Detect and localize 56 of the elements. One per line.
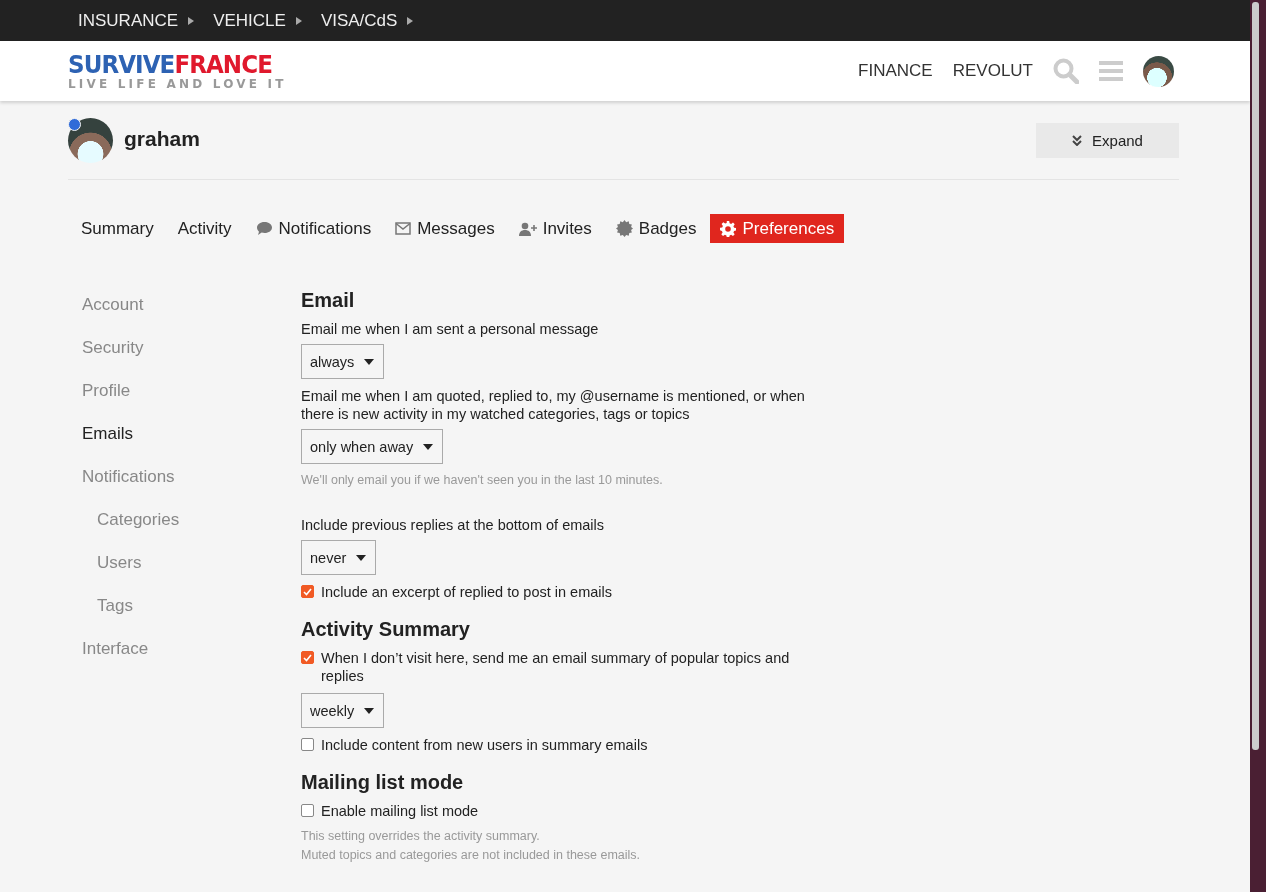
scrollbar[interactable] [1250, 0, 1266, 892]
section-heading: Mailing list mode [301, 771, 465, 794]
double-chevron-icon [1072, 134, 1083, 146]
profile-tab[interactable]: Summary [71, 214, 164, 243]
header-link[interactable]: REVOLUT [952, 61, 1033, 81]
expand-button[interactable]: Expand [1036, 122, 1179, 158]
header-link[interactable]: FINANCE [858, 61, 933, 81]
dropdown[interactable]: never [301, 540, 377, 575]
username: graham [124, 127, 200, 151]
caret-icon [364, 707, 375, 714]
envelope-icon [395, 222, 412, 235]
caret-icon [294, 15, 303, 26]
profile-tab[interactable]: Messages [385, 214, 505, 243]
caret-icon [187, 15, 196, 26]
caret-icon [364, 358, 375, 365]
status-dot [68, 117, 81, 131]
logo-text[interactable]: FRANCE [174, 52, 272, 77]
sidebar-item[interactable]: Emails [82, 412, 133, 455]
section-heading: Activity Summary [301, 618, 471, 641]
top-nav-link[interactable]: VISA/CdS [320, 10, 415, 31]
user-plus-icon [518, 221, 537, 236]
dropdown[interactable]: always [301, 344, 385, 379]
logo-tagline: LIVE LIFE AND LOVE IT [68, 78, 288, 90]
profile-tab[interactable]: Invites [508, 214, 602, 243]
hint-text: We'll only email you if we haven't seen you in the last 10 minutes. [301, 472, 664, 489]
field-label: Email me when I am sent a personal message [301, 320, 600, 338]
badge-icon [615, 220, 633, 237]
profile-tab[interactable]: Badges [605, 214, 707, 243]
checkbox[interactable] [301, 738, 314, 751]
speech-bubble-icon [255, 221, 273, 236]
caret-icon [406, 15, 415, 26]
checkbox-label: Include content from new users in summary emails [321, 736, 648, 754]
checkbox-label: When I don’t visit here, send me an email summary of popular topics and replies [321, 649, 791, 685]
checkbox[interactable] [301, 585, 314, 598]
section-heading: Email [301, 289, 356, 312]
field-label: Email me when I am quoted, replied to, my @username is mentioned, or when there is new activity in my watched categories, tags or topics [301, 387, 806, 423]
checkbox[interactable] [301, 804, 314, 817]
scrollbar-thumb[interactable] [1252, 2, 1259, 750]
profile-tab[interactable]: Notifications [245, 214, 382, 243]
hint-text: This setting overrides the activity summary. [301, 828, 541, 845]
profile-tab[interactable]: Activity [167, 214, 242, 243]
logo-text[interactable]: SURVIVE [68, 52, 175, 77]
caret-icon [356, 554, 367, 561]
caret-icon [423, 443, 434, 450]
field-label: Include previous replies at the bottom of emails [301, 516, 606, 534]
hint-text: Muted topics and categories are not included in these emails. [301, 847, 642, 864]
avatar[interactable] [1143, 55, 1174, 87]
gear-icon [720, 220, 737, 237]
top-nav-link[interactable]: VEHICLE [213, 10, 303, 31]
checkbox[interactable] [301, 651, 314, 664]
checkbox-label: Enable mailing list mode [321, 802, 479, 820]
top-nav-link[interactable]: INSURANCE [78, 10, 196, 31]
checkbox-label: Include an excerpt of replied to post in emails [321, 583, 612, 601]
profile-tab[interactable]: Preferences [710, 214, 845, 243]
dropdown[interactable]: only when away [301, 429, 444, 464]
dropdown[interactable]: weekly [301, 693, 385, 728]
